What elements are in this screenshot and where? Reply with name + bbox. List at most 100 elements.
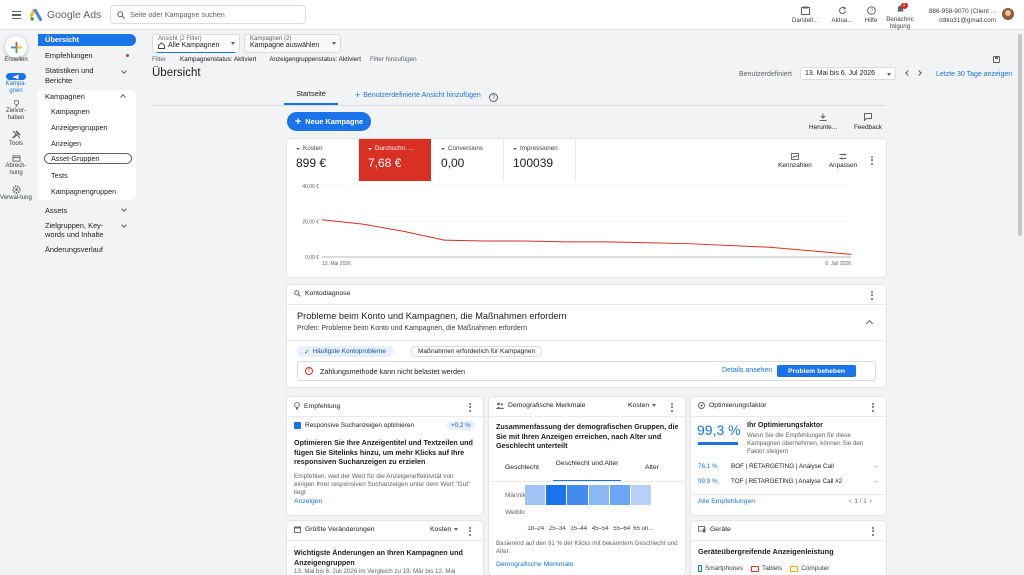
heatmap-cell-male[interactable]: [525, 485, 546, 505]
nav-change-history[interactable]: Änderungsverlauf: [45, 245, 103, 254]
nav-overview[interactable]: Übersicht: [38, 34, 136, 46]
avatar[interactable]: [1002, 8, 1014, 20]
chip-campaign-actions[interactable]: Maßnahmen erforderlich für Kampagnen: [411, 346, 543, 357]
heatmap-female-row: [525, 506, 652, 526]
tab-add-custom-view[interactable]: + Benutzerdefinierte Ansicht hinzufügen: [355, 91, 481, 100]
heatmap-cell-male[interactable]: [588, 485, 609, 505]
rail-item-goals[interactable]: Zielvor-haben: [0, 100, 32, 122]
plus-icon: [10, 41, 22, 53]
changes-metric-dropdown[interactable]: Kosten: [430, 526, 459, 533]
account-id: 886-958-9070 (Client ...: [928, 8, 996, 15]
create-button[interactable]: [5, 36, 27, 58]
heatmap-cell-male[interactable]: [546, 485, 567, 505]
date-range-picker[interactable]: 13. Mai bis 6. Jul 2026: [800, 67, 896, 80]
details-link[interactable]: Details ansehen: [722, 367, 772, 374]
arrow-right-icon[interactable]: →: [873, 478, 879, 485]
chip-top-account-issues[interactable]: ✓ Häufigste Kontoprobleme: [297, 346, 393, 357]
adjust-button[interactable]: Anpassen: [823, 151, 863, 171]
arrow-right-icon[interactable]: →: [873, 463, 879, 470]
heatmap-cell-male[interactable]: [567, 485, 588, 505]
nav-sub-ads[interactable]: Anzeigen: [51, 139, 81, 148]
demo-row-female: Weiblich: [505, 509, 525, 516]
collapse-chevron-icon[interactable]: [865, 319, 874, 328]
date-prev-chevron-icon[interactable]: [905, 70, 911, 76]
metrics-chart-button[interactable]: Kennzahlen: [775, 151, 815, 171]
rail-item-tools[interactable]: Tools: [0, 128, 32, 148]
metric-tile-1[interactable]: Durchschn. ... 7,68 €: [359, 139, 431, 181]
date-next-chevron-icon[interactable]: [916, 70, 922, 76]
page-scrollbar[interactable]: [1018, 34, 1022, 236]
nav-sub-adgroups[interactable]: Anzeigengruppen: [51, 123, 107, 132]
heatmap-cell-male[interactable]: [609, 485, 630, 505]
metric-tile-3[interactable]: Impressionen 100039: [504, 139, 576, 181]
view-filter-dropdown[interactable]: Ansicht (2 Filter) Alle Kampagnen: [152, 34, 240, 53]
more-options-icon[interactable]: [868, 525, 878, 537]
rail-item-billing[interactable]: Abrech-nung: [0, 155, 32, 177]
add-filter-link[interactable]: Filter hinzufügen: [370, 56, 417, 63]
heatmap-cell-female[interactable]: [609, 506, 630, 526]
download-button[interactable]: Herunte...: [805, 112, 841, 132]
heatmap-cell-male[interactable]: [630, 485, 652, 505]
all-recommendations-link[interactable]: Alle Empfehlungen: [698, 498, 755, 505]
optimization-campaign-row[interactable]: 99,9 % TOF | RETARGETING | Analyse Call #…: [698, 478, 879, 488]
search-input[interactable]: Seite oder Kampagne suchen: [130, 10, 225, 19]
demographics-metric-dropdown[interactable]: Kosten: [628, 402, 657, 409]
optimization-campaign-row[interactable]: 76,1 % BOF | RETARGETING | Analyse Call →: [698, 463, 879, 473]
nav-audiences[interactable]: Zielgruppen, Key-words und Inhalte: [38, 221, 136, 239]
campaign-name: BOF | RETARGETING | Analyse Call: [731, 463, 834, 470]
more-options-icon[interactable]: [867, 289, 877, 301]
recommendation-desc: Empfehlen, weil der Wert für die Anzeige…: [294, 473, 471, 496]
recommendation-item[interactable]: Responsive Suchanzeigen optimieren: [294, 422, 414, 429]
nav-sub-tests[interactable]: Tests: [51, 171, 68, 180]
more-options-icon[interactable]: [867, 154, 877, 166]
pager-next-icon[interactable]: ›: [870, 498, 872, 505]
demo-tab-gender[interactable]: Geschlecht: [505, 464, 539, 471]
metric-tile-2[interactable]: Conversions 0,00: [432, 139, 504, 181]
more-options-icon[interactable]: [667, 401, 677, 413]
age-tick-label: 18–24: [527, 526, 545, 532]
nav-assets[interactable]: Assets: [38, 206, 136, 215]
optimization-pager[interactable]: ‹ 1 / 1 ›: [849, 498, 872, 505]
demo-tab-gender-age[interactable]: Geschlecht und Alter: [553, 460, 621, 481]
recommendation-ads-link[interactable]: Anzeigen: [294, 498, 322, 505]
filter-chip-adgroup-status[interactable]: Anzeigengruppenstatus: Aktiviert: [269, 56, 361, 63]
more-options-icon[interactable]: [465, 525, 475, 537]
feedback-button[interactable]: Feedback: [850, 112, 886, 132]
tab-home[interactable]: Startseite: [284, 91, 338, 105]
heatmap-cell-female[interactable]: [567, 506, 588, 526]
notifications-button[interactable]: 1 Benachrichtigung: [884, 3, 916, 30]
demo-row-male: Männlich: [505, 492, 525, 499]
pager-prev-icon[interactable]: ‹: [849, 498, 851, 505]
nav-sub-campaign-groups[interactable]: Kampagnengruppen: [51, 187, 116, 196]
demographics-link[interactable]: Demografische Merkmale: [496, 561, 573, 568]
heatmap-cell-female[interactable]: [588, 506, 609, 526]
last-30-days-link[interactable]: Letzte 30 Tage anzeigen: [936, 71, 1012, 78]
heatmap-cell-female[interactable]: [546, 506, 567, 526]
hamburger-menu-icon[interactable]: [9, 8, 23, 22]
heatmap-cell-female[interactable]: [525, 506, 546, 526]
refresh-button[interactable]: Aktua...: [826, 3, 858, 27]
filter-chip-campaign-status[interactable]: Kampagnenstatus: Aktiviert: [180, 56, 256, 63]
help-button[interactable]: ? Hilfe: [858, 3, 884, 27]
account-info[interactable]: 886-958-9070 (Client ... rdtko31@gmail.c…: [922, 7, 996, 25]
metric-tile-0[interactable]: Kosten 899 €: [287, 139, 359, 181]
new-campaign-button[interactable]: + Neue Kampagne: [287, 112, 371, 131]
more-options-icon[interactable]: [465, 401, 475, 413]
nav-recommendations[interactable]: Empfehlungen: [38, 50, 136, 61]
save-icon[interactable]: [993, 56, 1000, 63]
search-box[interactable]: Seite oder Kampagne suchen: [110, 5, 306, 24]
google-ads-logo[interactable]: Google Ads: [30, 8, 101, 22]
heatmap-cell-female[interactable]: [630, 506, 652, 526]
help-icon[interactable]: ?: [489, 93, 498, 102]
fix-problem-button[interactable]: Problem beheben: [777, 365, 856, 377]
campaign-filter-dropdown[interactable]: Kampagnen (2) Kampagne auswählen: [244, 34, 341, 53]
rail-item-admin[interactable]: Verwal-tung: [0, 182, 32, 204]
nav-sub-asset-groups[interactable]: Asset-Gruppen: [44, 153, 132, 164]
nav-sub-campaigns[interactable]: Kampagnen: [51, 107, 90, 116]
nav-statistics[interactable]: Statistiken und Berichte: [38, 66, 136, 86]
appearance-button[interactable]: Darstell...: [786, 3, 824, 27]
demo-tab-age[interactable]: Alter: [645, 464, 659, 471]
rail-item-campaigns[interactable]: Kampa-gnen: [0, 73, 32, 95]
more-options-icon[interactable]: [868, 401, 878, 413]
nav-campaigns-group-header[interactable]: Kampagnen: [38, 91, 136, 102]
